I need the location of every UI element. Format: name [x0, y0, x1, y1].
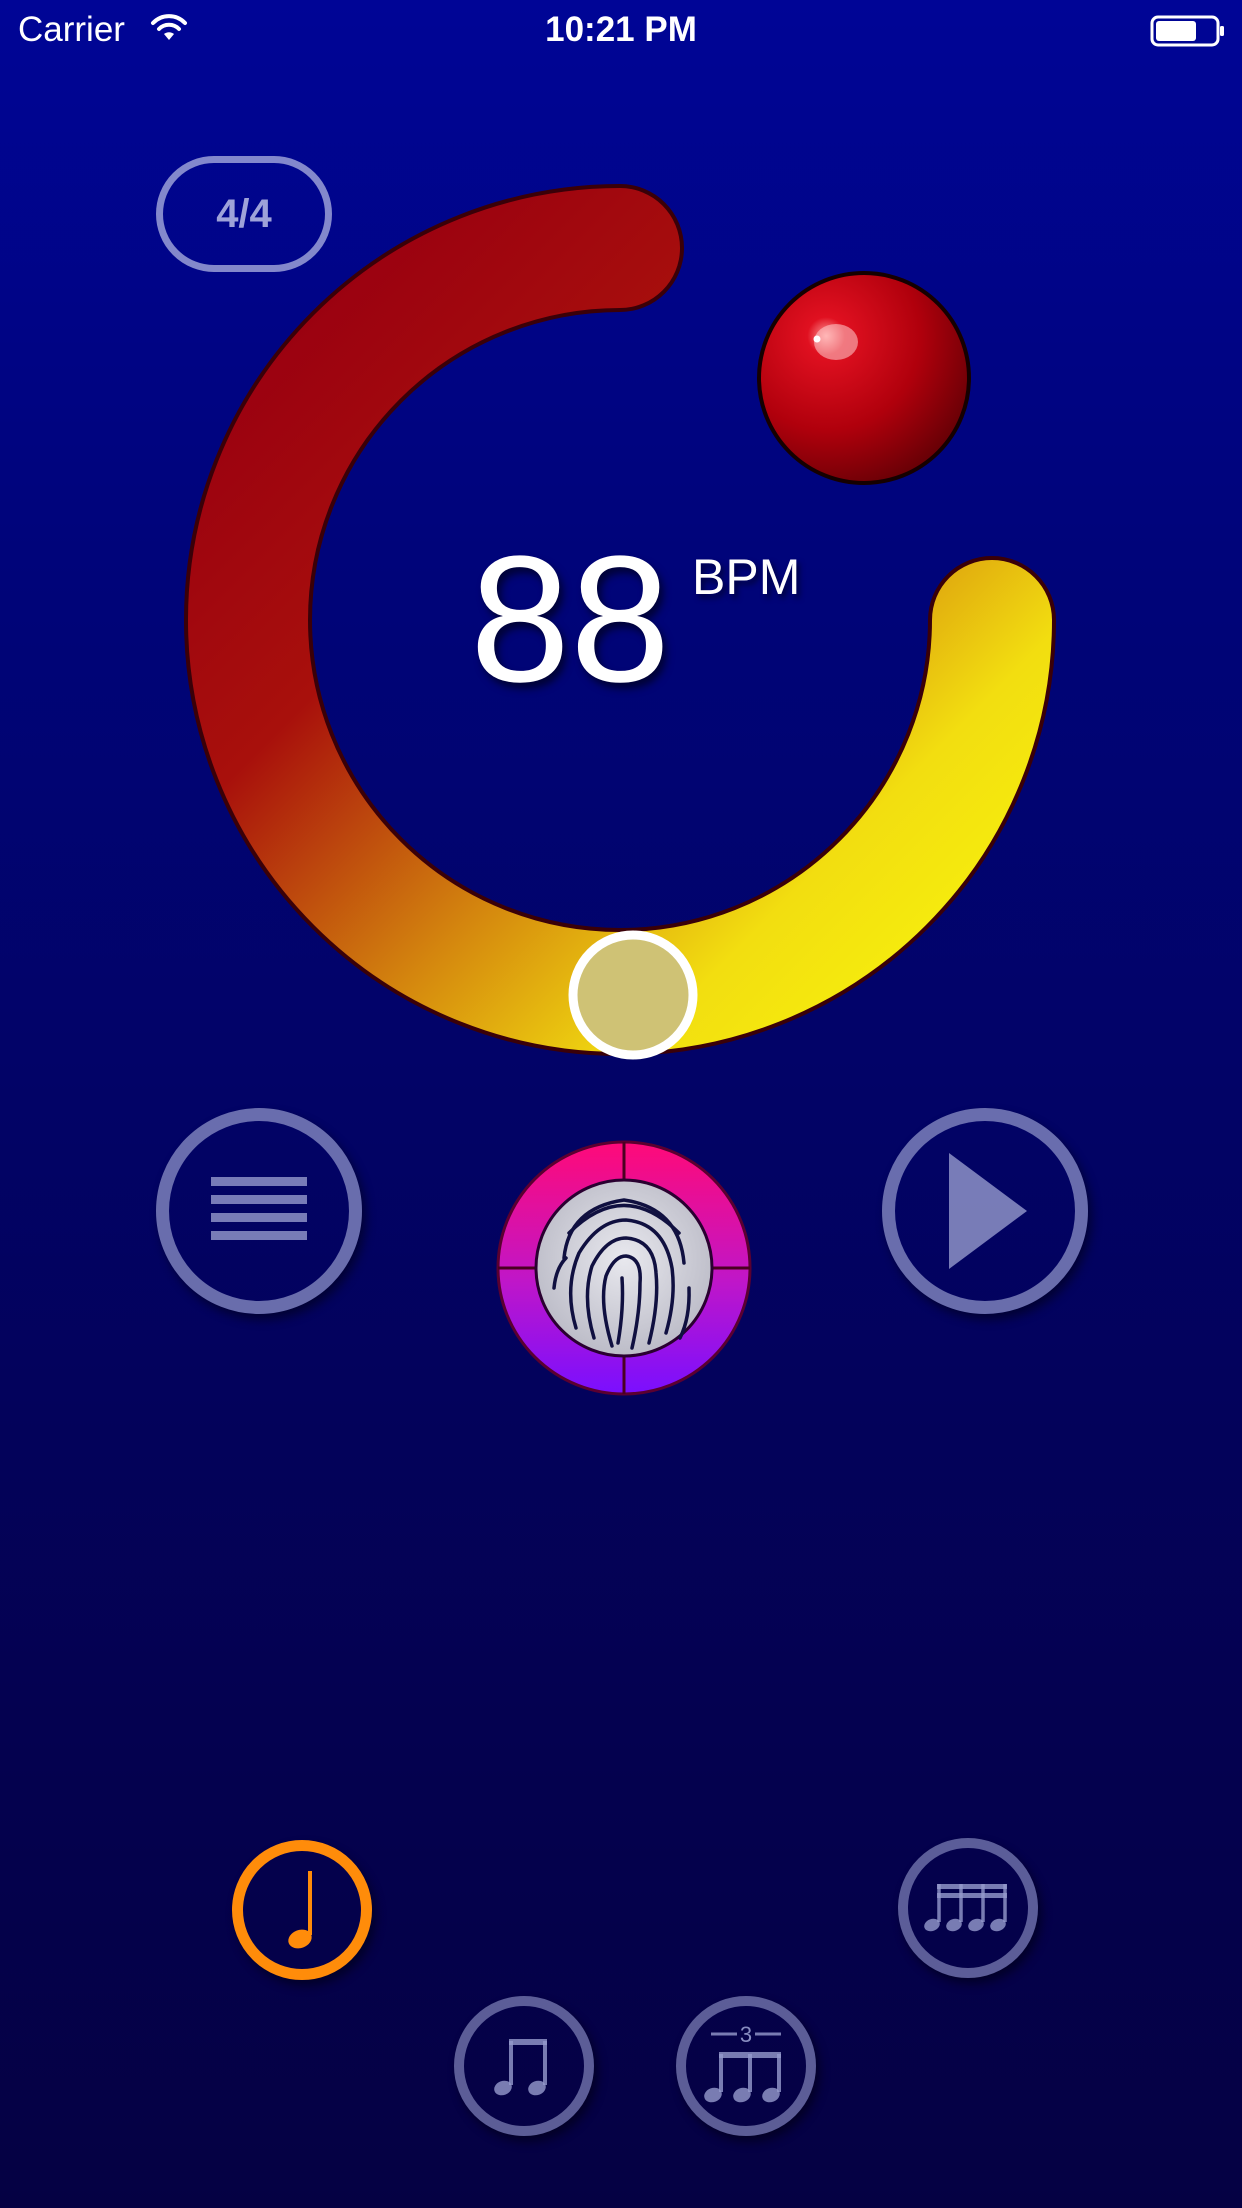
sixteenth-notes-icon [924, 1884, 1007, 1932]
sixteenth-notes-button[interactable] [898, 1838, 1038, 1978]
play-icon [949, 1153, 1027, 1269]
bpm-value: 88 [470, 519, 671, 720]
eighth-notes-button[interactable] [454, 1996, 594, 2136]
beat-indicator [757, 271, 971, 485]
tempo-knob [568, 930, 698, 1060]
tap-tempo-button[interactable] [494, 1138, 754, 1398]
triplet-label: 3 [740, 2026, 752, 2047]
eighth-notes-icon [494, 2039, 547, 2096]
bpm-unit-label: BPM [692, 549, 801, 605]
play-button[interactable] [882, 1108, 1088, 1314]
quarter-note-icon [288, 1871, 312, 1949]
menu-button[interactable] [156, 1108, 362, 1314]
triplet-notes-icon: 3 [704, 2026, 781, 2103]
tempo-readout: 88 BPM [470, 520, 830, 720]
quarter-note-button[interactable] [232, 1840, 372, 1980]
triplet-notes-button[interactable]: 3 [676, 1996, 816, 2136]
hamburger-menu-icon [211, 1177, 307, 1240]
